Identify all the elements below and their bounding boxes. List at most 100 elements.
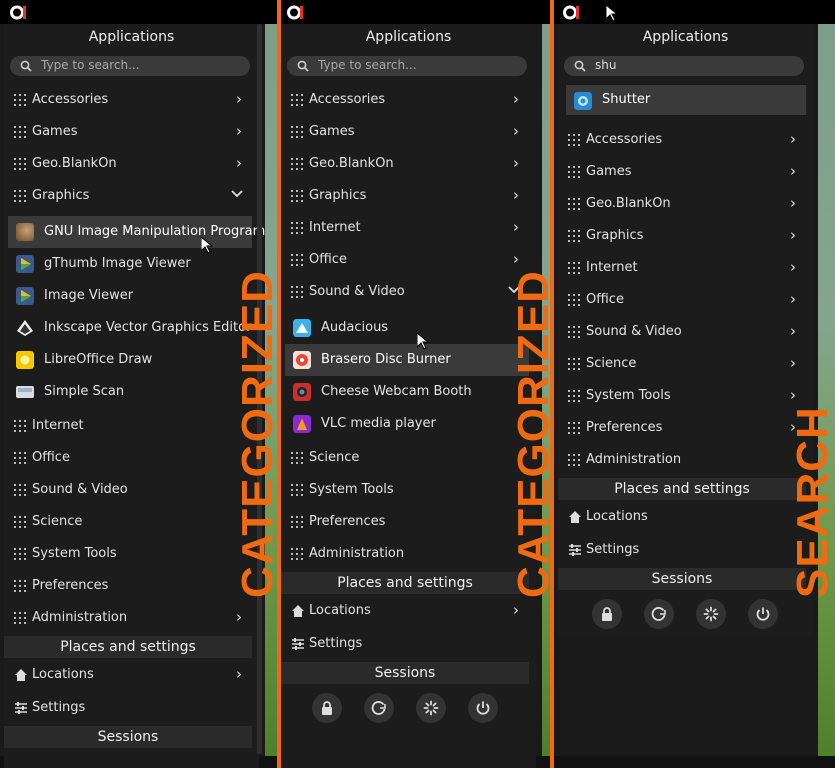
search-result-shutter[interactable]: Shutter <box>566 85 806 115</box>
app-item-simple-scan[interactable]: Simple Scan <box>8 376 252 408</box>
category-item[interactable]: Administration <box>281 538 529 570</box>
place-item-settings[interactable]: Settings <box>281 628 529 660</box>
grid-icon <box>568 358 580 370</box>
category-label: Games <box>586 164 632 179</box>
app-item-gthumb[interactable]: gThumb Image Viewer <box>8 248 252 280</box>
app-item-vlc[interactable]: VLC media player <box>285 408 529 440</box>
category-item[interactable]: Science › <box>558 348 806 380</box>
app-item-gimp[interactable]: GNU Image Manipulation Program <box>8 216 265 248</box>
category-item[interactable]: Games › <box>4 116 252 148</box>
chevron-right-icon: › <box>790 386 796 404</box>
grid-icon <box>291 126 303 138</box>
chevron-right-icon: › <box>790 354 796 372</box>
power-icon[interactable] <box>748 599 778 629</box>
category-label: Preferences <box>586 420 663 435</box>
overlay-label-categorized: CATEGORIZED <box>233 270 282 598</box>
category-label: Geo.BlankOn <box>586 196 671 211</box>
grid-icon <box>291 254 303 266</box>
category-item[interactable]: System Tools <box>281 474 529 506</box>
top-bar <box>0 0 277 24</box>
place-item-settings[interactable]: Settings <box>4 692 252 724</box>
place-label: Locations <box>309 603 371 618</box>
settings-sliders-icon <box>569 544 581 556</box>
app-label: gThumb Image Viewer <box>44 256 191 271</box>
category-item[interactable]: Geo.BlankOn › <box>558 188 806 220</box>
category-item[interactable]: System Tools › <box>558 380 806 412</box>
grid-icon <box>568 262 580 274</box>
category-item[interactable]: Accessories › <box>558 124 806 156</box>
category-item[interactable]: Internet <box>4 410 252 442</box>
category-item[interactable]: Office › <box>558 284 806 316</box>
top-bar <box>280 0 551 24</box>
gthumb-icon <box>16 255 34 273</box>
libreoffice-draw-icon <box>16 351 34 369</box>
grid-icon <box>291 548 303 560</box>
search-icon <box>297 60 309 72</box>
category-item[interactable]: Geo.BlankOn › <box>281 148 529 180</box>
category-item[interactable]: Preferences <box>281 506 529 538</box>
category-item-expanded[interactable]: Sound & Video <box>281 276 529 308</box>
brasero-icon <box>293 351 311 369</box>
logout-icon[interactable] <box>644 599 674 629</box>
category-item[interactable]: Preferences › <box>558 412 806 444</box>
app-item-audacious[interactable]: Audacious <box>285 312 529 344</box>
category-item[interactable]: Preferences <box>4 570 252 602</box>
chevron-right-icon: › <box>236 122 242 140</box>
category-item[interactable]: Geo.BlankOn › <box>4 148 252 180</box>
app-label: VLC media player <box>321 416 436 431</box>
search-input[interactable]: Type to search... <box>287 56 527 76</box>
grid-icon <box>14 190 26 202</box>
app-label: Cheese Webcam Booth <box>321 384 472 399</box>
place-item-locations[interactable]: Locations › <box>281 595 529 627</box>
category-item[interactable]: Internet › <box>558 252 806 284</box>
app-label: LibreOffice Draw <box>44 352 153 367</box>
suspend-icon[interactable] <box>416 693 446 723</box>
category-item[interactable]: Sound & Video › <box>558 316 806 348</box>
place-item-locations[interactable]: Locations › <box>4 659 252 691</box>
power-icon[interactable] <box>468 693 498 723</box>
lock-icon[interactable] <box>312 693 342 723</box>
category-item[interactable]: Administration <box>558 444 806 476</box>
settings-sliders-icon <box>292 638 304 650</box>
menu-logo-icon[interactable] <box>563 4 580 21</box>
category-item[interactable]: System Tools <box>4 538 252 570</box>
category-item[interactable]: Science <box>4 506 252 538</box>
suspend-icon[interactable] <box>696 599 726 629</box>
app-item-brasero[interactable]: Brasero Disc Burner <box>285 344 529 376</box>
category-item[interactable]: Science <box>281 442 529 474</box>
category-item[interactable]: Sound & Video <box>4 474 252 506</box>
search-input[interactable]: Type to search... <box>10 56 250 76</box>
logout-icon[interactable] <box>364 693 394 723</box>
app-item-libreoffice-draw[interactable]: LibreOffice Draw <box>8 344 252 376</box>
lock-icon[interactable] <box>592 599 622 629</box>
search-input[interactable]: shu <box>564 56 804 76</box>
grid-icon <box>568 390 580 402</box>
search-placeholder: Type to search... <box>318 58 417 72</box>
chevron-right-icon: › <box>513 122 519 140</box>
category-item[interactable]: Games › <box>558 156 806 188</box>
place-item-locations[interactable]: Locations <box>558 501 806 533</box>
category-item[interactable]: Graphics › <box>281 180 529 212</box>
category-item[interactable]: Administration › <box>4 602 252 634</box>
search-placeholder: Type to search... <box>41 58 140 72</box>
app-item-inkscape[interactable]: Inkscape Vector Graphics Editor <box>8 312 252 344</box>
category-item[interactable]: Office <box>4 442 252 474</box>
menu-logo-icon[interactable] <box>287 4 304 21</box>
category-item[interactable]: Internet › <box>281 212 529 244</box>
app-item-cheese[interactable]: Cheese Webcam Booth <box>285 376 529 408</box>
category-item[interactable]: Office › <box>281 244 529 276</box>
grid-icon <box>14 126 26 138</box>
chevron-right-icon: › <box>513 90 519 108</box>
category-item[interactable]: Games › <box>281 116 529 148</box>
inkscape-icon <box>17 320 33 336</box>
category-item[interactable]: Accessories › <box>4 84 252 116</box>
category-item-expanded[interactable]: Graphics <box>4 180 252 212</box>
category-item[interactable]: Accessories › <box>281 84 529 116</box>
category-label: Office <box>586 292 624 307</box>
category-item[interactable]: Graphics › <box>558 220 806 252</box>
place-item-settings[interactable]: Settings <box>558 534 806 566</box>
category-label: Science <box>309 450 360 465</box>
menu-logo-icon[interactable] <box>10 4 27 21</box>
app-item-image-viewer[interactable]: Image Viewer <box>8 280 252 312</box>
grid-icon <box>14 516 26 528</box>
